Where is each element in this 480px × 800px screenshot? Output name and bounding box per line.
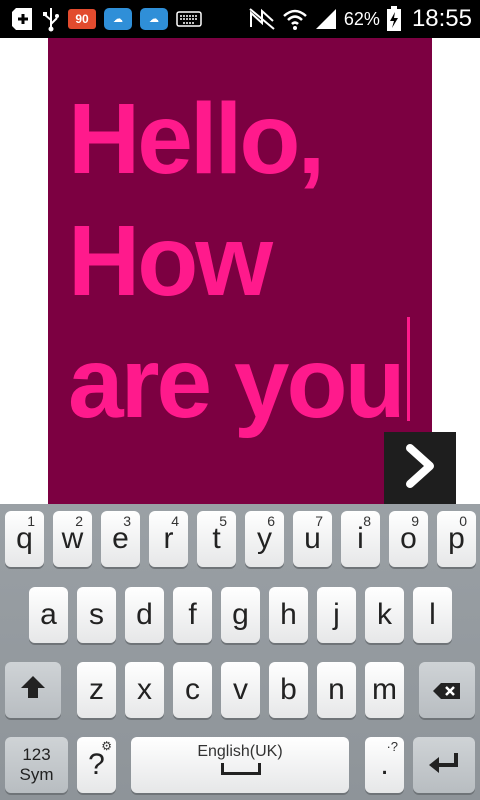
text-line-2: How [68, 205, 273, 317]
key-r[interactable]: 4r [149, 511, 188, 567]
key-a[interactable]: a [29, 587, 68, 643]
key-z[interactable]: z [77, 662, 116, 718]
key-n[interactable]: n [317, 662, 356, 718]
usb-icon [42, 6, 60, 32]
signal-icon [314, 7, 338, 31]
clock: 18:55 [411, 5, 472, 32]
cloud-app-icon: ☁ [140, 8, 168, 30]
keyboard-icon [176, 10, 202, 28]
cloud-app-icon: ☁ [104, 8, 132, 30]
text-cursor [407, 317, 410, 421]
key-m[interactable]: m [365, 662, 404, 718]
chevron-right-icon [402, 443, 438, 493]
key-t[interactable]: 5t [197, 511, 236, 567]
key-p[interactable]: 0p [437, 511, 476, 567]
status-bar: 90 ☁ ☁ 62% 18:55 [0, 0, 480, 38]
key-j[interactable]: j [317, 587, 356, 643]
space-key[interactable]: English(UK) [131, 737, 349, 793]
next-button[interactable] [384, 432, 456, 504]
key-v[interactable]: v [221, 662, 260, 718]
shift-key[interactable] [5, 662, 61, 718]
soft-keyboard: 1q 2w 3e 4r 5t 6y 7u 8i 9o 0p a s d f g … [0, 504, 480, 800]
key-g[interactable]: g [221, 587, 260, 643]
key-i[interactable]: 8i [341, 511, 380, 567]
spacebar-icon [221, 763, 261, 775]
battery-charging-icon [386, 6, 402, 32]
key-c[interactable]: c [173, 662, 212, 718]
enter-icon [427, 747, 461, 784]
key-x[interactable]: x [125, 662, 164, 718]
canvas-text[interactable]: Hello, How are you [68, 78, 406, 444]
key-d[interactable]: d [125, 587, 164, 643]
key-o[interactable]: 9o [389, 511, 428, 567]
mute-icon [248, 7, 276, 31]
text-line-1: Hello, [68, 83, 325, 195]
key-h[interactable]: h [269, 587, 308, 643]
key-b[interactable]: b [269, 662, 308, 718]
shift-icon [19, 672, 47, 709]
add-icon [8, 6, 34, 32]
settings-gear-icon: ⚙ [101, 739, 112, 753]
key-q[interactable]: 1q [5, 511, 44, 567]
text-canvas[interactable]: Hello, How are you [48, 38, 432, 504]
battery-percent: 62% [343, 8, 380, 29]
key-y[interactable]: 6y [245, 511, 284, 567]
key-e[interactable]: 3e [101, 511, 140, 567]
notification-badge-icon: 90 [68, 9, 96, 29]
wifi-icon [282, 7, 308, 31]
text-line-3: are you [68, 327, 406, 439]
backspace-icon [432, 672, 462, 709]
period-key[interactable]: ·? . [365, 737, 404, 793]
key-s[interactable]: s [77, 587, 116, 643]
key-w[interactable]: 2w [53, 511, 92, 567]
symbols-key[interactable]: 123 Sym [5, 737, 68, 793]
question-key[interactable]: ⚙ ? [77, 737, 116, 793]
key-k[interactable]: k [365, 587, 404, 643]
enter-key[interactable] [413, 737, 475, 793]
key-f[interactable]: f [173, 587, 212, 643]
key-l[interactable]: l [413, 587, 452, 643]
key-u[interactable]: 7u [293, 511, 332, 567]
backspace-key[interactable] [419, 662, 475, 718]
